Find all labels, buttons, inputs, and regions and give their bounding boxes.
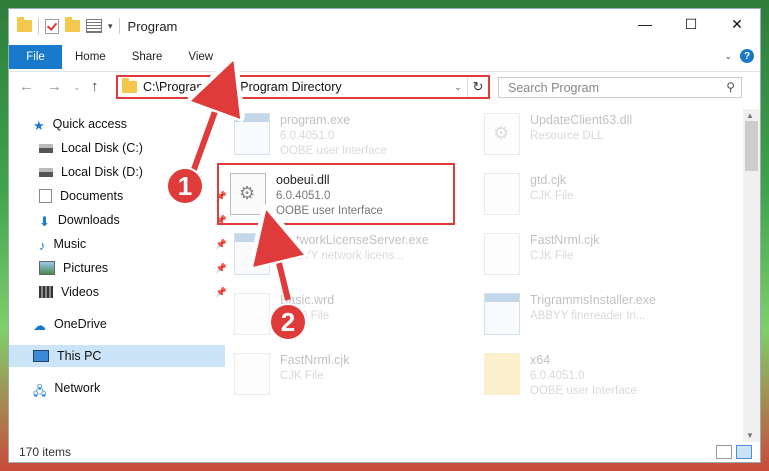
callout-badge-1: 1: [166, 167, 204, 205]
callout-badge-2: 2: [269, 303, 307, 341]
callout-arrows: [0, 0, 769, 302]
callout-2-arrow-fill: [272, 234, 288, 301]
callout-1-arrow-fill: [193, 84, 225, 174]
